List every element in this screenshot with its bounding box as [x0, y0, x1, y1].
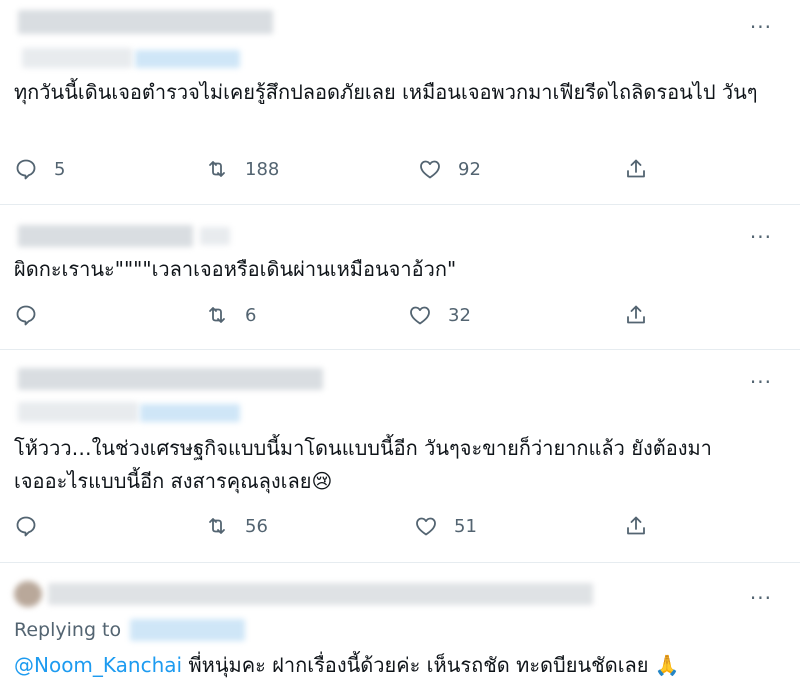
retweet-icon: [209, 518, 225, 534]
tweet-text: ผิดกะเรานะ""""เวลาเจอหรือเดินผ่านเหมือนจ…: [14, 257, 457, 281]
retweet-button[interactable]: 56: [205, 514, 268, 538]
share-button[interactable]: [624, 514, 648, 538]
tweet-text: ทุกวันนี้เดินเจอตำรวจไม่เคยรู้สึกปลอดภัย…: [14, 80, 758, 104]
share-upload-icon: [627, 516, 645, 535]
retweet-count: 188: [245, 158, 280, 180]
heart-icon: [416, 517, 436, 536]
more-options-icon[interactable]: ···: [750, 227, 772, 247]
more-options-icon[interactable]: ···: [750, 588, 772, 608]
share-upload-icon: [627, 159, 645, 178]
blurred-handle-link: [135, 50, 240, 68]
like-count: 51: [454, 515, 477, 537]
blurred-reply-handle: [130, 619, 245, 641]
tweet-text-line-2-body: เจออะไรแบบนี้อีก สงสารคุณลุงเลย: [14, 469, 312, 493]
like-button[interactable]: 51: [414, 514, 477, 538]
share-button[interactable]: [624, 303, 648, 327]
tweet-3[interactable]: ··· โห้ววว…ในช่วงเศรษฐกิจแบบนี้มาโดนแบบน…: [0, 350, 800, 563]
tweet-text-line-1: โห้ววว…ในช่วงเศรษฐกิจแบบนี้มาโดนแบบนี้อี…: [14, 436, 712, 460]
like-button[interactable]: 32: [408, 303, 471, 327]
tweet-actions: 5 188 92: [0, 157, 800, 187]
tweet-1[interactable]: ··· ทุกวันนี้เดินเจอตำรวจไม่เคยรู้สึกปลอ…: [0, 0, 800, 205]
like-count: 32: [448, 304, 471, 326]
replying-to-row: Replying to: [14, 619, 121, 641]
reply-bubble-icon: [16, 159, 36, 180]
blurred-display-name: [18, 10, 273, 34]
more-options-icon[interactable]: ···: [750, 372, 772, 392]
tweet-actions: 6 32: [0, 303, 800, 333]
retweet-icon: [209, 307, 225, 323]
heart-icon: [420, 160, 440, 179]
retweet-count: 6: [245, 304, 257, 326]
like-count: 92: [458, 158, 481, 180]
blurred-display-name: [18, 225, 193, 247]
tweet-text-body: พี่หนุ่มคะ ฝากเรื่องนี้ด้วยค่ะ เห็นรถชัด…: [182, 653, 649, 677]
share-upload-icon: [627, 305, 645, 324]
tweet-actions: 56 51: [0, 514, 800, 544]
folded-hands-emoji: 🙏: [654, 653, 680, 677]
avatar: [14, 581, 42, 607]
tweet-text-line-2: เจออะไรแบบนี้อีก สงสารคุณลุงเลย😢: [14, 465, 780, 498]
blurred-handle: [22, 48, 132, 68]
reply-count: 5: [54, 158, 66, 180]
blurred-display-name: [48, 583, 593, 605]
tweet-4[interactable]: ··· Replying to @Noom_Kanchai พี่หนุ่มคะ…: [0, 563, 800, 689]
crying-face-emoji: 😢: [311, 469, 333, 493]
share-button[interactable]: [624, 157, 648, 181]
reply-button[interactable]: 5: [14, 157, 65, 181]
blurred-handle: [18, 402, 138, 422]
blurred-handle-link: [140, 404, 240, 422]
retweet-count: 56: [245, 515, 268, 537]
retweet-button[interactable]: 188: [205, 157, 279, 181]
retweet-button[interactable]: 6: [205, 303, 256, 327]
mention-link[interactable]: @Noom_Kanchai: [14, 653, 182, 677]
tweet-2[interactable]: ··· ผิดกะเรานะ""""เวลาเจอหรือเดินผ่านเหม…: [0, 205, 800, 350]
replying-to-label: Replying to: [14, 619, 122, 641]
like-button[interactable]: 92: [418, 157, 481, 181]
more-options-icon[interactable]: ···: [750, 17, 772, 37]
reply-bubble-icon: [16, 305, 36, 326]
blurred-handle: [200, 227, 230, 245]
reply-bubble-icon: [16, 516, 36, 537]
reply-button[interactable]: [14, 303, 54, 327]
heart-icon: [410, 306, 430, 325]
blurred-display-name: [18, 368, 323, 390]
reply-button[interactable]: [14, 514, 54, 538]
tweet-text: @Noom_Kanchai พี่หนุ่มคะ ฝากเรื่องนี้ด้ว…: [14, 649, 780, 682]
retweet-icon: [209, 161, 225, 177]
